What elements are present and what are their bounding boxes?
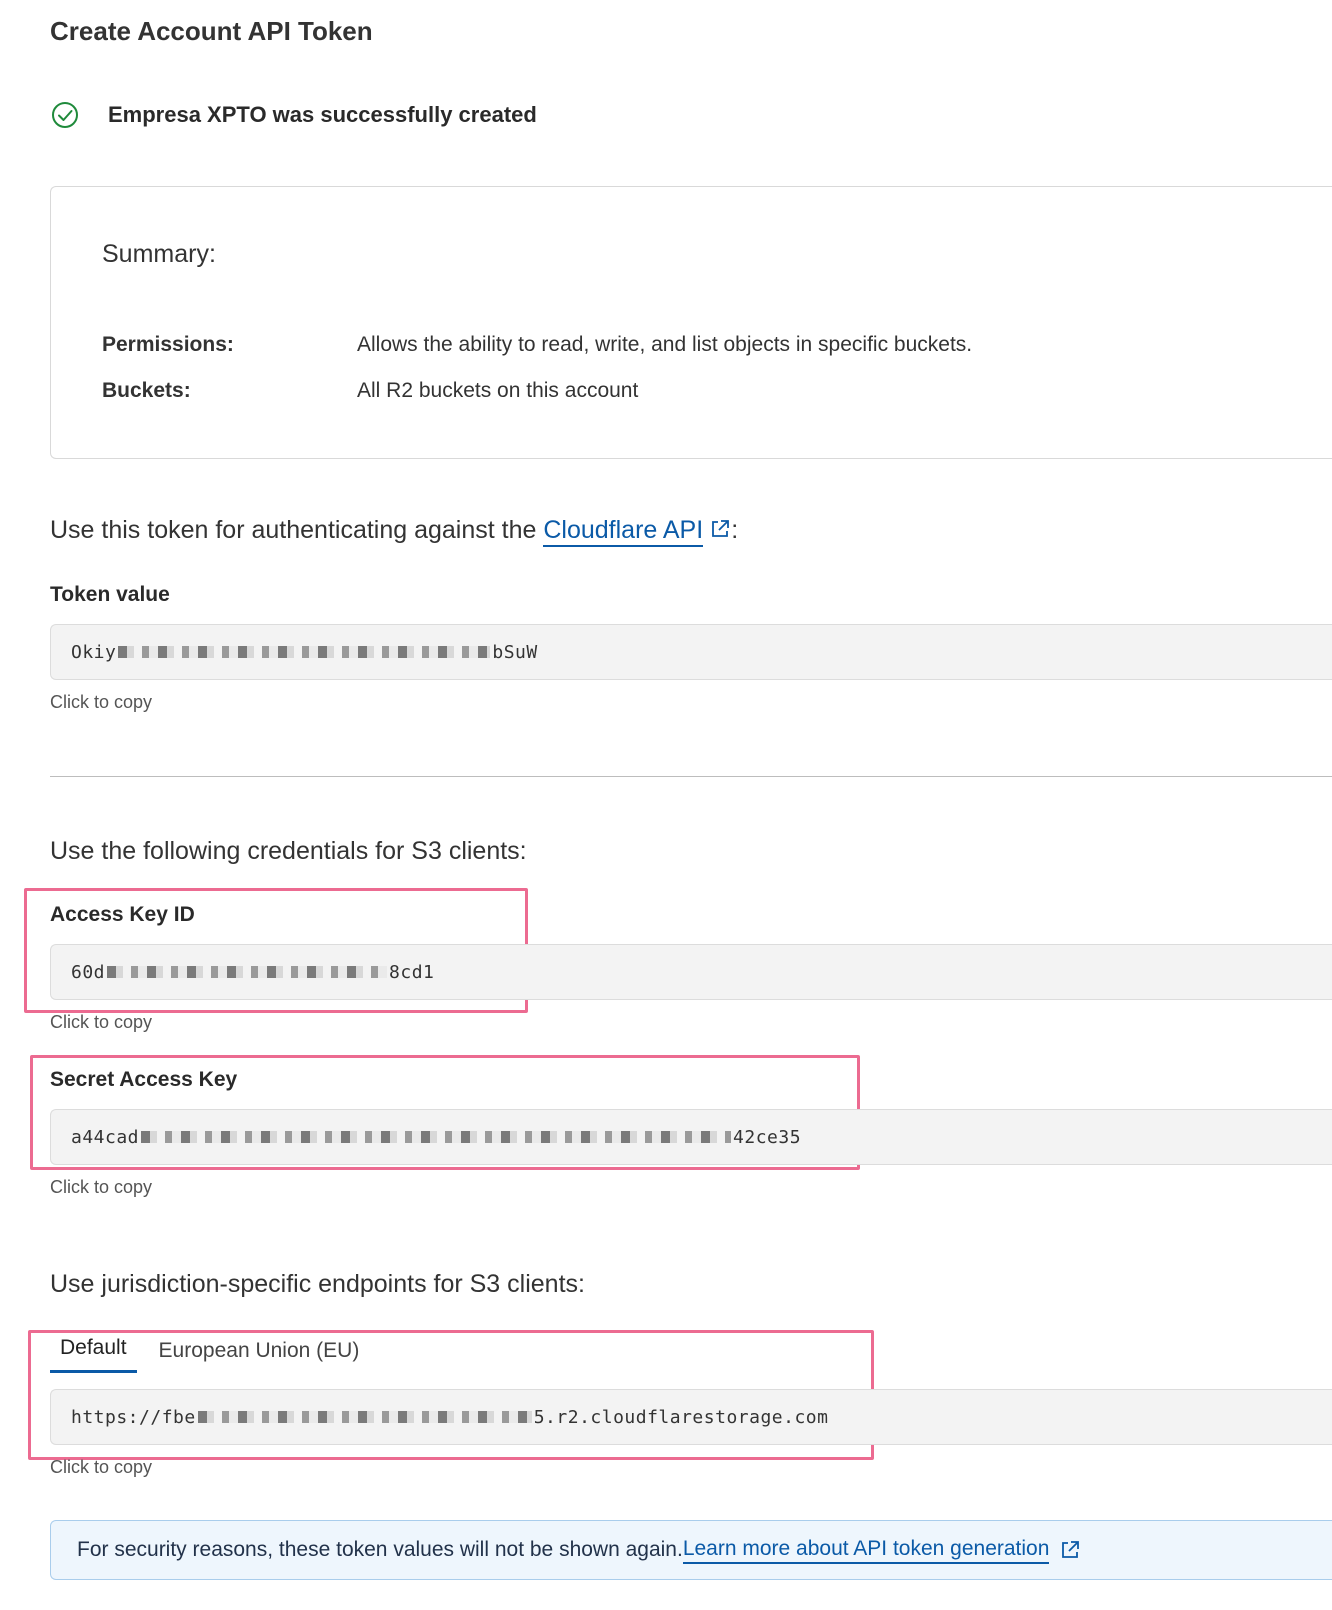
api-lead-colon: : [731, 516, 739, 544]
permissions-value: Allows the ability to read, write, and l… [357, 333, 973, 356]
page-title: Create Account API Token [50, 16, 373, 46]
tab-default[interactable]: Default [50, 1336, 137, 1373]
redacted-mask [118, 646, 491, 658]
endpoint-copy-hint[interactable]: Click to copy [50, 1457, 152, 1478]
access-key-label: Access Key ID [50, 903, 195, 926]
secret-key-field[interactable]: a44cad 42ce35 [50, 1109, 1332, 1165]
endpoint-tabs: Default European Union (EU) [50, 1336, 369, 1373]
page: Create Account API Token Empresa XPTO wa… [0, 0, 1332, 1610]
secret-key-copy-hint[interactable]: Click to copy [50, 1177, 152, 1198]
external-link-icon[interactable] [709, 518, 731, 540]
check-circle-icon [50, 100, 80, 130]
cloudflare-api-link-text: Cloudflare API [543, 516, 704, 544]
notice-text: For security reasons, these token values… [77, 1538, 683, 1561]
endpoint-suffix: 5.r2.cloudflarestorage.com [533, 1406, 829, 1428]
token-prefix: Okiy [71, 641, 117, 663]
s3-lead: Use the following credentials for S3 cli… [50, 837, 527, 865]
access-key-suffix: 8cd1 [389, 961, 435, 983]
summary-heading: Summary: [102, 240, 216, 268]
redacted-mask [197, 1411, 532, 1423]
buckets-label: Buckets: [102, 379, 191, 402]
endpoint-field[interactable]: https://fbe 5.r2.cloudflarestorage.com [50, 1389, 1332, 1445]
endpoints-lead: Use jurisdiction-specific endpoints for … [50, 1270, 585, 1298]
api-lead: Use this token for authenticating agains… [50, 516, 739, 547]
secret-key-prefix: a44cad [71, 1126, 140, 1148]
cloudflare-api-link[interactable]: Cloudflare API [543, 516, 704, 547]
access-key-field[interactable]: 60d 8cd1 [50, 944, 1332, 1000]
external-link-icon[interactable] [1059, 1539, 1081, 1561]
summary-card [50, 186, 1332, 459]
security-notice: For security reasons, these token values… [50, 1520, 1332, 1580]
section-divider [50, 776, 1332, 777]
redacted-mask [141, 1131, 732, 1143]
learn-more-link-text: Learn more about API token generation [682, 1536, 1050, 1560]
learn-more-link[interactable]: Learn more about API token generation [682, 1536, 1050, 1564]
redacted-mask [107, 966, 388, 978]
secret-key-label: Secret Access Key [50, 1068, 238, 1091]
endpoint-prefix: https://fbe [71, 1406, 196, 1428]
token-value-field[interactable]: Okiy bSuW [50, 624, 1332, 680]
tab-european-union[interactable]: European Union (EU) [149, 1339, 370, 1373]
secret-key-suffix: 42ce35 [733, 1126, 802, 1148]
access-key-copy-hint[interactable]: Click to copy [50, 1012, 152, 1033]
buckets-value: All R2 buckets on this account [357, 379, 639, 402]
token-value-label: Token value [50, 583, 170, 606]
success-message: Empresa XPTO was successfully created [108, 102, 537, 127]
access-key-prefix: 60d [71, 961, 106, 983]
success-banner: Empresa XPTO was successfully created [50, 100, 537, 130]
permissions-label: Permissions: [102, 333, 234, 356]
api-lead-text: Use this token for authenticating agains… [50, 516, 544, 544]
token-copy-hint[interactable]: Click to copy [50, 692, 152, 713]
token-suffix: bSuW [492, 641, 538, 663]
